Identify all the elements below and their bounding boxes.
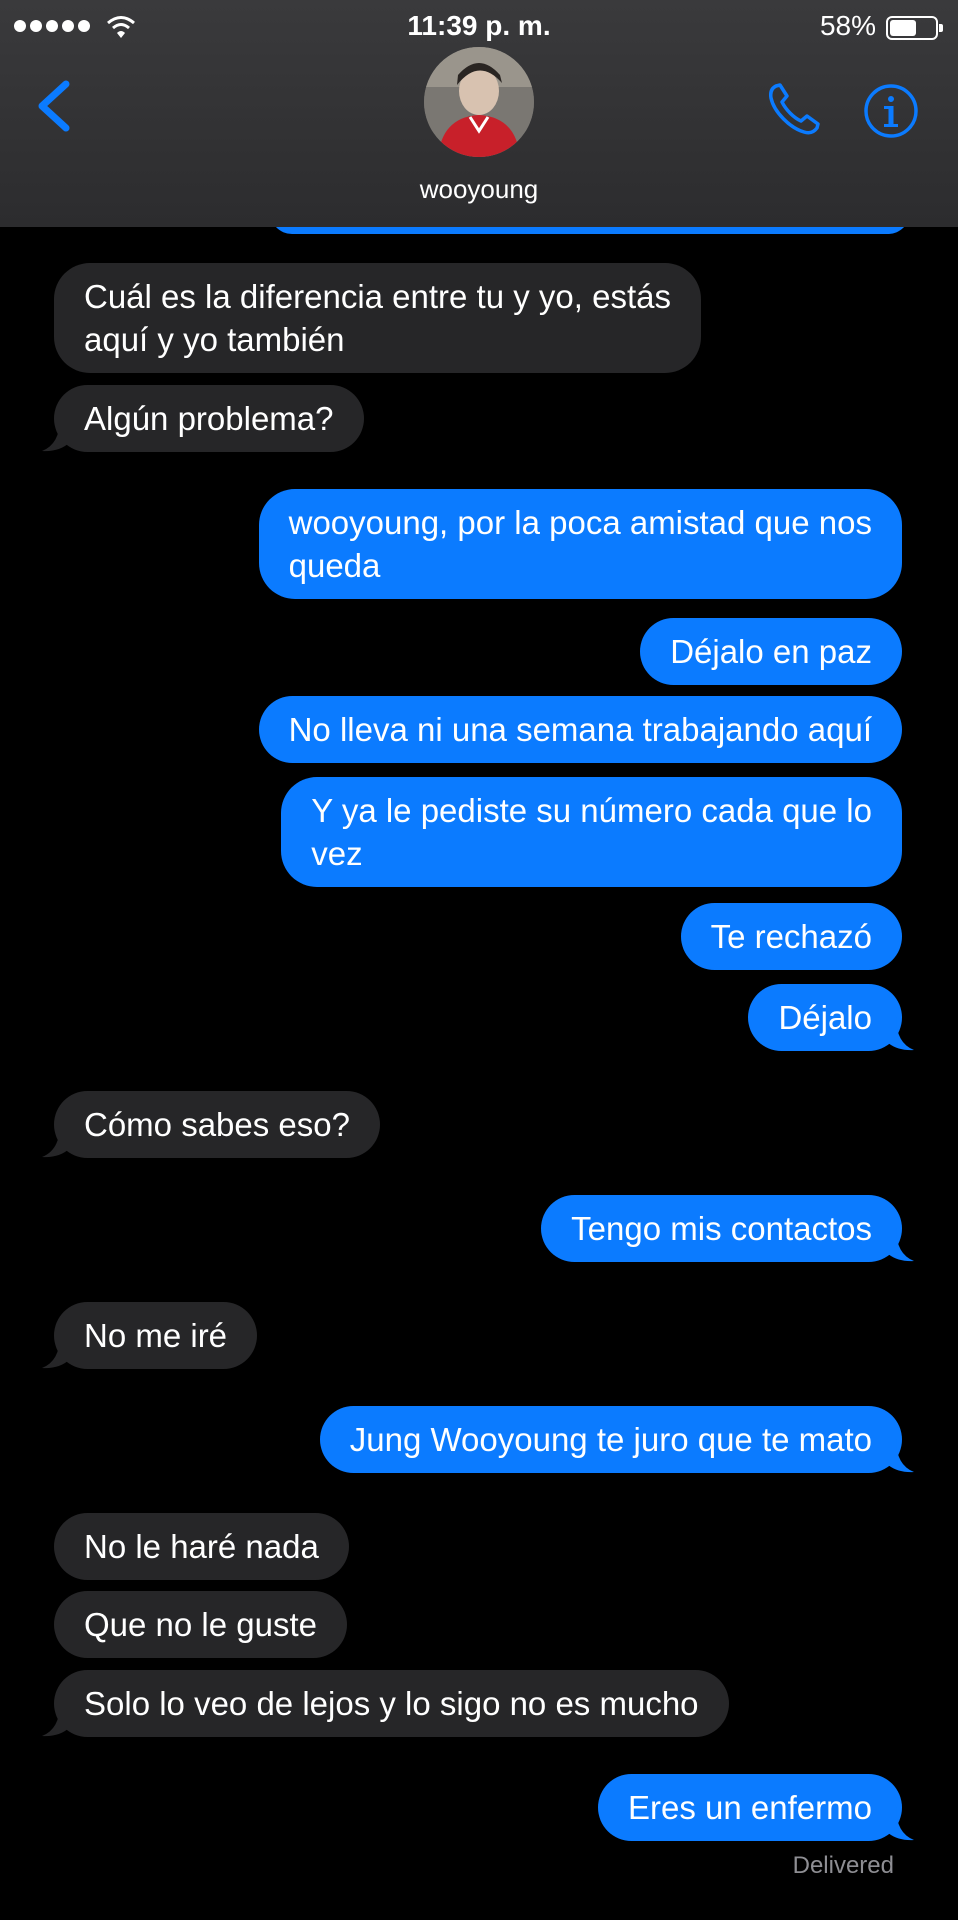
message-text: Jung Wooyoung te juro que te mato: [349, 1421, 872, 1458]
bubble-tail: [42, 1703, 70, 1737]
delivered-status: Delivered: [792, 1852, 894, 1879]
message-text: Solo lo veo de lejos y lo sigo no es muc…: [84, 1685, 699, 1722]
contact-avatar[interactable]: [424, 47, 534, 157]
message-text: Déjalo en paz: [670, 633, 872, 670]
status-bar: 11:39 p. m. 58%: [0, 0, 958, 56]
back-button[interactable]: [30, 76, 80, 136]
info-button[interactable]: [862, 82, 920, 140]
battery-percentage: 58%: [819, 10, 876, 41]
bubble-tail: [42, 418, 70, 452]
phone-icon: [769, 83, 820, 135]
incoming-message[interactable]: Algún problema?: [42, 385, 364, 452]
avatar-photo: [424, 47, 534, 157]
message-text: wooyoung, por la poca amistad que nos qu…: [288, 504, 872, 584]
message-text: Cómo sabes eso?: [84, 1106, 350, 1143]
outgoing-message[interactable]: Eres un enfermo: [598, 1774, 914, 1841]
bubble-tail: [886, 1439, 914, 1473]
outgoing-message[interactable]: Déjalo en paz: [640, 618, 902, 685]
outgoing-message[interactable]: No lleva ni una semana trabajando aquí: [258, 696, 902, 763]
outgoing-message[interactable]: Te rechazó: [680, 903, 902, 970]
incoming-message[interactable]: Solo lo veo de lejos y lo sigo no es muc…: [42, 1670, 729, 1737]
status-time: 11:39 p. m.: [407, 10, 551, 41]
message-text: Algún problema?: [84, 400, 334, 437]
incoming-message[interactable]: No le haré nada: [54, 1513, 349, 1580]
message-text: No me iré: [84, 1317, 228, 1354]
outgoing-message[interactable]: wooyoung, por la poca amistad que nos qu…: [258, 489, 902, 599]
incoming-message[interactable]: No me iré: [42, 1302, 258, 1369]
info-icon: [864, 84, 918, 138]
battery-icon: [886, 16, 943, 40]
contact-name[interactable]: wooyoung: [0, 174, 958, 205]
incoming-message[interactable]: Cuál es la diferencia entre tu y yo, est…: [54, 263, 701, 373]
outgoing-message[interactable]: Tengo mis contactos: [541, 1195, 914, 1262]
bubble-tail: [886, 1017, 914, 1051]
message-thread: Cuál es la diferencia entre tu y yo, est…: [0, 0, 958, 1920]
outgoing-message[interactable]: Jung Wooyoung te juro que te mato: [319, 1406, 914, 1473]
message-text: Cuál es la diferencia entre tu y yo, est…: [84, 278, 671, 358]
message-text: No le haré nada: [84, 1528, 319, 1565]
message-text: Y ya le pediste su número cada que lo ve…: [311, 792, 872, 872]
message-text: No lleva ni una semana trabajando aquí: [288, 711, 872, 748]
message-text: Te rechazó: [710, 918, 872, 955]
outgoing-message[interactable]: Y ya le pediste su número cada que lo ve…: [281, 777, 902, 887]
call-button[interactable]: [764, 80, 824, 140]
bubble-tail: [42, 1335, 70, 1369]
incoming-message[interactable]: Que no le guste: [54, 1591, 347, 1658]
back-chevron-icon: [38, 80, 70, 132]
message-text: Eres un enfermo: [628, 1789, 872, 1826]
message-text: Que no le guste: [84, 1606, 317, 1643]
incoming-message[interactable]: Cómo sabes eso?: [42, 1091, 380, 1158]
message-text: Déjalo: [778, 999, 872, 1036]
bubble-tail: [886, 1807, 914, 1841]
bubble-tail: [886, 1228, 914, 1262]
bubble-tail: [42, 1124, 70, 1158]
message-text: Tengo mis contactos: [571, 1210, 872, 1247]
outgoing-message[interactable]: Déjalo: [748, 984, 914, 1051]
